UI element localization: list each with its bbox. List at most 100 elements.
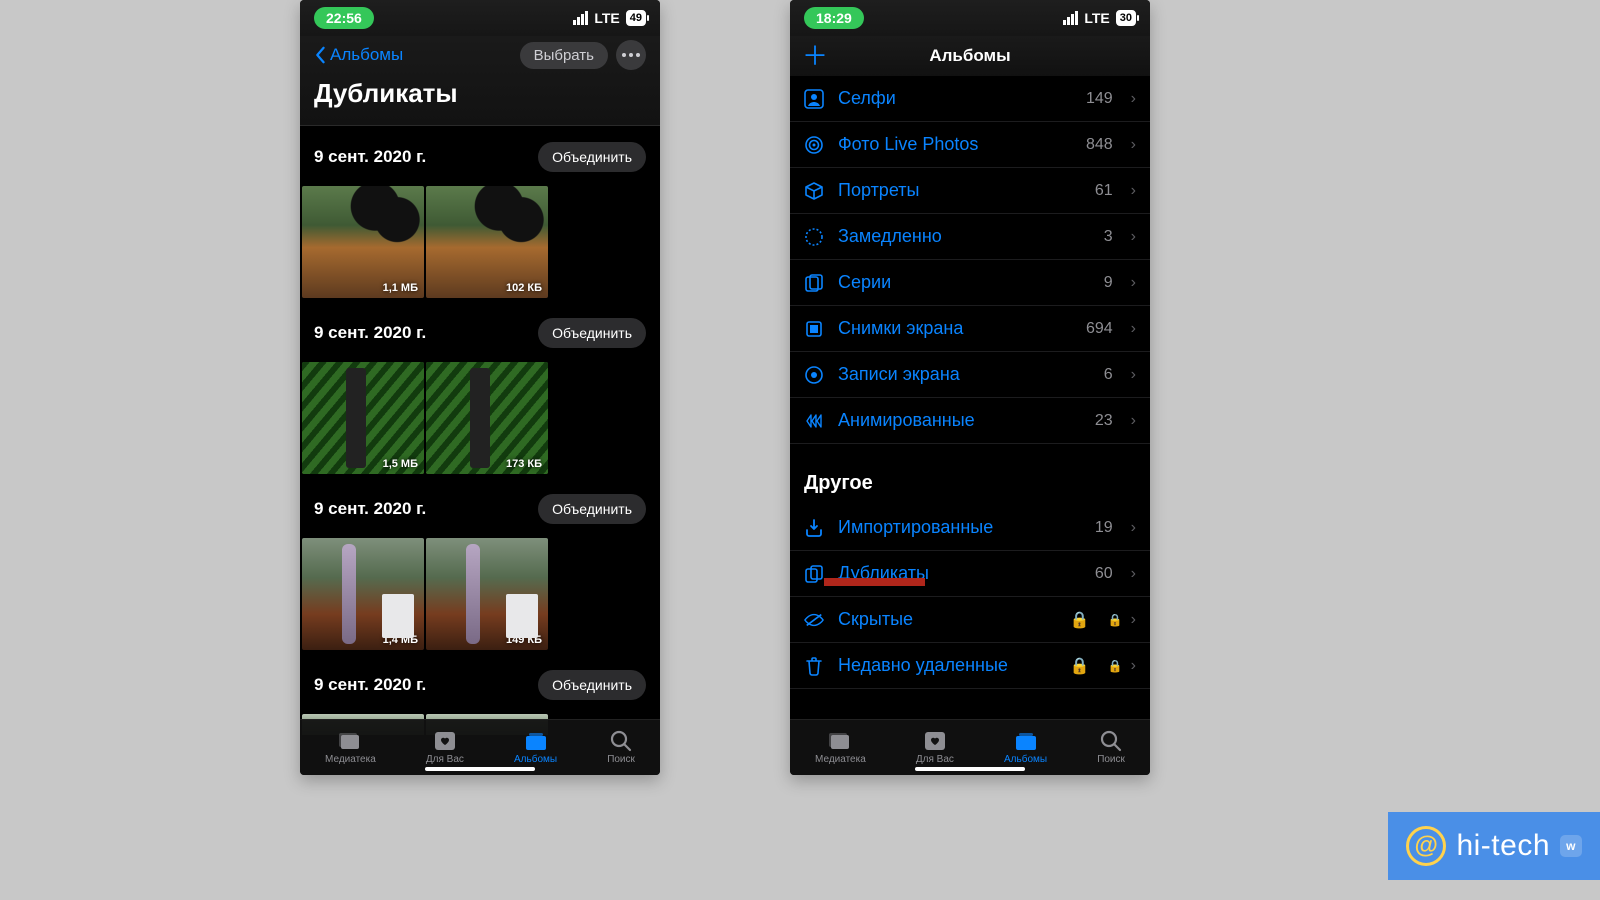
row-label: Дубликаты <box>838 563 1081 584</box>
selfie-icon <box>804 89 824 109</box>
tab-label: Для Вас <box>426 754 464 765</box>
chevron-right-icon: › <box>1131 320 1136 338</box>
tab-albums[interactable]: Альбомы <box>514 730 557 765</box>
file-size: 149 КБ <box>506 634 542 646</box>
chevron-right-icon: › <box>1131 366 1136 384</box>
library-icon <box>337 730 363 752</box>
photo-thumbnail[interactable]: 1,1 МБ <box>302 186 424 298</box>
ellipsis-icon <box>622 53 640 57</box>
home-indicator[interactable] <box>915 767 1025 771</box>
tab-albums[interactable]: Альбомы <box>1004 730 1047 765</box>
page-title: Альбомы <box>929 46 1010 66</box>
merge-button[interactable]: Объединить <box>538 494 646 524</box>
row-label: Импортированные <box>838 517 1081 538</box>
row-count: 3 <box>1104 228 1113 246</box>
screenshot-icon <box>804 319 824 339</box>
albums-list[interactable]: Селфи 149 › Фото Live Photos 848 › Портр… <box>790 76 1150 719</box>
file-size: 173 КБ <box>506 458 542 470</box>
row-label: Скрытые <box>838 609 1056 630</box>
album-row-recently-deleted[interactable]: Недавно удаленные 🔒 › <box>790 643 1150 689</box>
row-label: Недавно удаленные <box>838 655 1056 676</box>
library-icon <box>827 730 853 752</box>
tab-label: Для Вас <box>916 754 954 765</box>
row-label: Замедленно <box>838 226 1090 247</box>
row-label: Снимки экрана <box>838 318 1072 339</box>
album-row-animated[interactable]: Анимированные 23 › <box>790 398 1150 444</box>
chevron-right-icon: › <box>1131 90 1136 108</box>
add-button[interactable]: ＋ <box>802 43 828 69</box>
album-row-bursts[interactable]: Серии 9 › <box>790 260 1150 306</box>
back-label: Альбомы <box>330 45 403 65</box>
tab-label: Медиатека <box>815 754 866 765</box>
file-size: 1,1 МБ <box>383 282 418 294</box>
chevron-right-icon: › <box>1108 611 1136 629</box>
row-count: 60 <box>1095 565 1113 583</box>
heart-card-icon <box>922 730 948 752</box>
row-label: Портреты <box>838 180 1081 201</box>
tab-label: Поиск <box>607 754 635 765</box>
duplicates-list[interactable]: 9 сент. 2020 г. Объединить 1,1 МБ 102 КБ… <box>300 126 660 735</box>
battery-icon: 49 <box>626 10 646 26</box>
album-row-screen-recordings[interactable]: Записи экрана 6 › <box>790 352 1150 398</box>
record-icon <box>804 365 824 385</box>
photo-thumbnail[interactable]: 1,4 МБ <box>302 538 424 650</box>
duplicate-group: 9 сент. 2020 г. Объединить 1,5 МБ 173 КБ <box>300 302 660 478</box>
album-row-slomo[interactable]: Замедленно 3 › <box>790 214 1150 260</box>
nav-bar: Альбомы Выбрать Дубликаты <box>300 36 660 125</box>
back-button[interactable]: Альбомы <box>314 45 403 65</box>
chevron-right-icon: › <box>1131 519 1136 537</box>
animated-icon <box>804 411 824 431</box>
row-count: 694 <box>1086 320 1113 338</box>
tab-library[interactable]: Медиатека <box>815 730 866 765</box>
tab-search[interactable]: Поиск <box>607 730 635 765</box>
chevron-right-icon: › <box>1131 228 1136 246</box>
album-row-duplicates[interactable]: Дубликаты 60 › <box>790 551 1150 597</box>
carrier-label: LTE <box>594 10 619 26</box>
row-label: Фото Live Photos <box>838 134 1072 155</box>
tab-bar: Медиатека Для Вас Альбомы Поиск <box>300 719 660 775</box>
album-row-portraits[interactable]: Портреты 61 › <box>790 168 1150 214</box>
select-button[interactable]: Выбрать <box>520 42 608 69</box>
vk-logo-icon: w <box>1560 835 1582 857</box>
file-size: 1,5 МБ <box>383 458 418 470</box>
chevron-right-icon: › <box>1131 182 1136 200</box>
home-indicator[interactable] <box>425 767 535 771</box>
row-count: 23 <box>1095 412 1113 430</box>
signal-bars-icon <box>573 11 588 25</box>
album-row-imported[interactable]: Импортированные 19 › <box>790 505 1150 551</box>
tab-search[interactable]: Поиск <box>1097 730 1125 765</box>
merge-button[interactable]: Объединить <box>538 318 646 348</box>
row-label: Селфи <box>838 88 1072 109</box>
search-icon <box>1098 730 1124 752</box>
lock-icon: 🔒 <box>1070 656 1090 676</box>
photo-thumbnail[interactable]: 173 КБ <box>426 362 548 474</box>
row-label: Анимированные <box>838 410 1081 431</box>
merge-button[interactable]: Объединить <box>538 142 646 172</box>
slomo-icon <box>804 227 824 247</box>
photo-thumbnail[interactable]: 1,5 МБ <box>302 362 424 474</box>
lock-icon: 🔒 <box>1070 610 1090 630</box>
album-row-live-photos[interactable]: Фото Live Photos 848 › <box>790 122 1150 168</box>
tab-for-you[interactable]: Для Вас <box>426 730 464 765</box>
album-row-screenshots[interactable]: Снимки экрана 694 › <box>790 306 1150 352</box>
watermark-text: hi-tech <box>1456 829 1550 863</box>
tab-bar: Медиатека Для Вас Альбомы Поиск <box>790 719 1150 775</box>
row-count: 9 <box>1104 274 1113 292</box>
duplicate-group: 9 сент. 2020 г. Объединить 1,4 МБ 149 КБ <box>300 478 660 654</box>
watermark: @ hi-tech w <box>1388 812 1600 880</box>
albums-icon <box>1013 730 1039 752</box>
nav-bar: ＋ Альбомы <box>790 36 1150 76</box>
section-other: Другое <box>790 444 1150 505</box>
merge-button[interactable]: Объединить <box>538 670 646 700</box>
status-network: LTE 49 <box>573 10 646 26</box>
tab-for-you[interactable]: Для Вас <box>916 730 954 765</box>
album-row-selfies[interactable]: Селфи 149 › <box>790 76 1150 122</box>
tab-library[interactable]: Медиатека <box>325 730 376 765</box>
row-count: 19 <box>1095 519 1113 537</box>
album-row-hidden[interactable]: Скрытые 🔒 › <box>790 597 1150 643</box>
chevron-right-icon: › <box>1131 136 1136 154</box>
more-button[interactable] <box>616 40 646 70</box>
row-count: 149 <box>1086 90 1113 108</box>
photo-thumbnail[interactable]: 149 КБ <box>426 538 548 650</box>
photo-thumbnail[interactable]: 102 КБ <box>426 186 548 298</box>
